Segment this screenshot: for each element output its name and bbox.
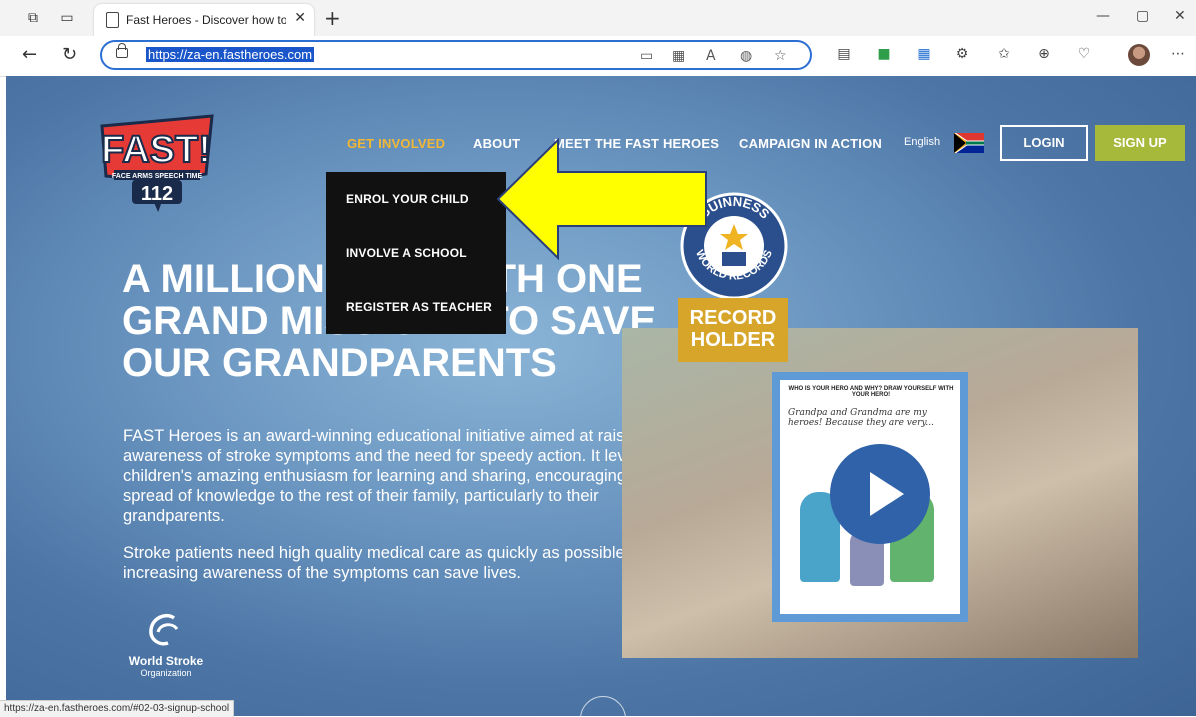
refresh-icon[interactable]: ↻ xyxy=(62,44,77,65)
tab-actions-icon[interactable]: ▭ xyxy=(58,9,76,27)
extension-green-icon[interactable]: ■ xyxy=(876,46,892,62)
status-bar-url: https://za-en.fastheroes.com/#02-03-sign… xyxy=(0,700,235,717)
lock-icon[interactable] xyxy=(116,43,128,58)
nav-campaign[interactable]: CAMPAIGN IN ACTION xyxy=(739,136,882,151)
app-available-icon[interactable]: ▭ xyxy=(640,48,653,64)
hero-video[interactable]: WHO IS YOUR HERO AND WHY? DRAW YOURSELF … xyxy=(622,328,1138,658)
profile-avatar[interactable] xyxy=(1128,44,1150,66)
back-icon[interactable]: ← xyxy=(22,44,37,65)
minimize-icon[interactable]: — xyxy=(1096,8,1110,24)
dropdown-register-teacher[interactable]: REGISTER AS TEACHER xyxy=(346,300,492,314)
get-involved-dropdown: ENROL YOUR CHILD INVOLVE A SCHOOL REGIST… xyxy=(326,172,506,334)
fast-heroes-logo[interactable]: FAST! FACE ARMS SPEECH TIME 112 xyxy=(96,114,220,212)
extensions-icon[interactable]: ⚙ xyxy=(954,46,970,62)
yellow-arrow-annotation xyxy=(496,137,707,261)
dropdown-enrol-child[interactable]: ENROL YOUR CHILD xyxy=(346,192,469,206)
health-icon[interactable]: ♡ xyxy=(1076,46,1092,62)
login-button[interactable]: LOGIN xyxy=(1000,125,1088,161)
favorite-star-icon[interactable]: ☆ xyxy=(774,48,787,64)
web-page: FAST! FACE ARMS SPEECH TIME 112 GET INVO… xyxy=(6,76,1196,716)
browser-toolbar: ← ↻ https://za-en.fastheroes.com ▭ ▦ A ◍… xyxy=(0,36,1196,77)
qr-icon[interactable]: ▦ xyxy=(672,48,685,64)
drawing-text: Grandpa and Grandma are my heroes! Becau… xyxy=(788,408,934,428)
page-icon xyxy=(106,12,119,28)
language-selector[interactable]: English xyxy=(904,136,940,148)
hero-paragraph-2: Stroke patients need high quality medica… xyxy=(123,544,652,582)
close-window-icon[interactable]: ✕ xyxy=(1174,8,1186,24)
favorites-icon[interactable]: ✩ xyxy=(996,46,1012,62)
wso-name: World Stroke xyxy=(128,654,204,668)
extension-windows-icon[interactable]: ▦ xyxy=(916,46,932,62)
south-africa-flag-icon[interactable] xyxy=(954,133,984,153)
holder-text: HOLDER xyxy=(691,329,776,351)
video-play-button[interactable] xyxy=(830,444,930,544)
new-tab-icon[interactable]: + xyxy=(324,6,341,30)
world-stroke-organization-logo[interactable]: World Stroke Organization xyxy=(116,606,216,682)
tracking-prevention-icon[interactable]: ◍ xyxy=(740,48,752,64)
hero-paragraph-1: FAST Heroes is an award-winning educatio… xyxy=(123,427,677,525)
dropdown-involve-school[interactable]: INVOLVE A SCHOOL xyxy=(346,246,467,260)
wso-sub: Organization xyxy=(140,668,192,678)
record-text: RECORD xyxy=(690,307,777,329)
browser-tab[interactable]: Fast Heroes - Discover how to Fi ✕ xyxy=(94,4,314,36)
logo-number: 112 xyxy=(141,183,173,205)
address-url[interactable]: https://za-en.fastheroes.com xyxy=(146,47,315,62)
browser-titlebar: ⧉ ▭ Fast Heroes - Discover how to Fi ✕ +… xyxy=(0,0,1196,36)
logo-tagline: FACE ARMS SPEECH TIME xyxy=(112,173,203,180)
address-bar[interactable]: https://za-en.fastheroes.com ▭ ▦ A ◍ ☆ xyxy=(100,40,812,70)
workspaces-icon[interactable]: ⧉ xyxy=(24,9,42,27)
read-aloud-icon[interactable]: A xyxy=(706,48,716,64)
collections-icon[interactable]: ⊕ xyxy=(1036,46,1052,62)
extension-reader-icon[interactable]: ▤ xyxy=(836,46,852,62)
drawing-heading: WHO IS YOUR HERO AND WHY? DRAW YOURSELF … xyxy=(788,386,954,398)
wso-emblem-icon xyxy=(149,613,179,646)
close-tab-icon[interactable]: ✕ xyxy=(294,10,306,26)
more-icon[interactable]: ⋯ xyxy=(1170,46,1186,62)
restore-icon[interactable]: ▢ xyxy=(1136,8,1149,24)
nav-get-involved[interactable]: GET INVOLVED xyxy=(347,136,445,151)
scroll-down-indicator[interactable] xyxy=(580,696,626,716)
logo-text: FAST! xyxy=(101,129,211,171)
tab-title: Fast Heroes - Discover how to Fi xyxy=(126,13,286,27)
signup-button[interactable]: SIGN UP xyxy=(1095,125,1185,161)
